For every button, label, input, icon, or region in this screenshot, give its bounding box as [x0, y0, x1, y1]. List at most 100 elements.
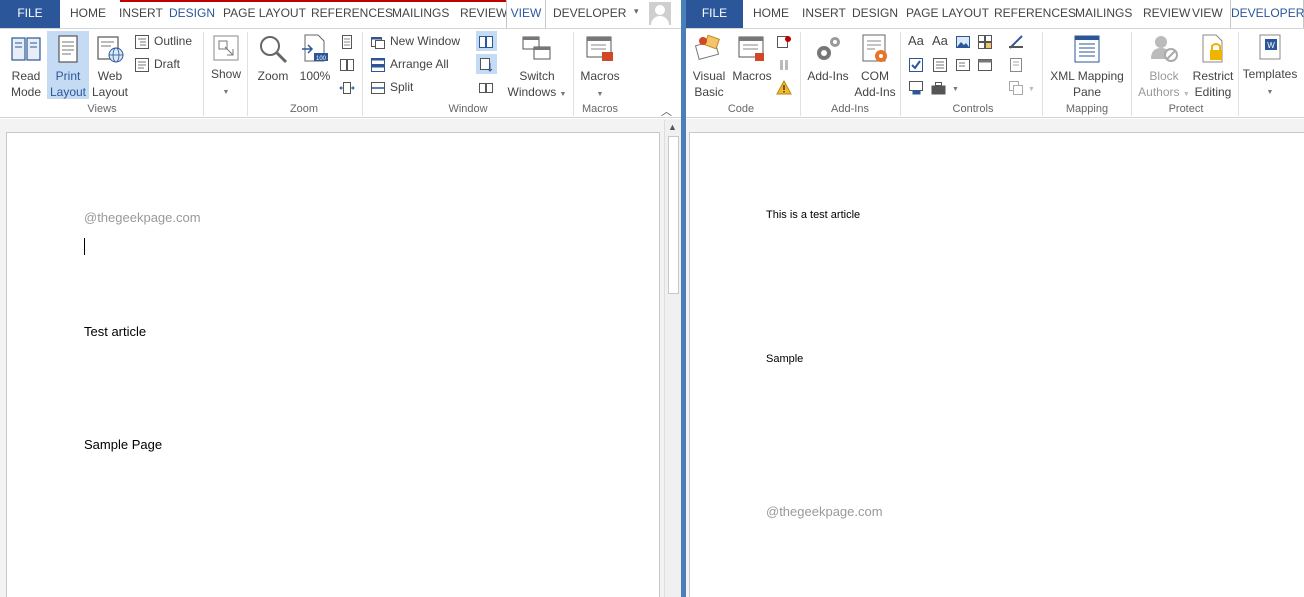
warning-icon: [776, 79, 792, 95]
ribbon-developer: Visual Basic Macros Code Add-Ins COM Add-I…: [686, 28, 1304, 118]
group-button[interactable]: ▼: [1008, 77, 1035, 97]
restrict-editing-button[interactable]: Restrict Editing: [1190, 31, 1236, 99]
tab-insert[interactable]: INSERT: [119, 0, 163, 28]
collapse-ribbon-icon[interactable]: ︿: [661, 103, 672, 119]
tab-view[interactable]: VIEW: [1192, 0, 1223, 28]
scrollbar-thumb[interactable]: [668, 136, 679, 294]
web-layout-button[interactable]: Web Layout: [89, 31, 131, 99]
outline-button[interactable]: Outline: [134, 31, 192, 51]
split-icon: [371, 81, 385, 94]
properties-icon: [1010, 57, 1022, 72]
block-authors-label-2: Authors: [1138, 85, 1180, 99]
block-authors-button[interactable]: Block Authors ▼: [1136, 31, 1192, 99]
document-page[interactable]: This is a test article Sample @thegeekpa…: [689, 132, 1304, 597]
switch-windows-button[interactable]: Switch Windows ▼: [506, 31, 568, 99]
macros-button[interactable]: Macros ▼: [577, 31, 623, 99]
split-button[interactable]: Split: [370, 77, 413, 97]
tab-mailings[interactable]: MAILINGS: [1075, 0, 1132, 28]
hundred-percent-icon: 100: [302, 34, 328, 62]
date-picker-control-button[interactable]: [977, 54, 997, 74]
tab-home[interactable]: HOME: [70, 0, 106, 28]
group-label-macros: Macros: [581, 103, 619, 115]
read-mode-button[interactable]: Read Mode: [5, 31, 47, 99]
properties-button[interactable]: [1008, 54, 1028, 74]
tab-review[interactable]: REVIEW: [460, 0, 507, 28]
zoom-100-button[interactable]: 100 100%: [296, 31, 334, 99]
tab-developer[interactable]: DEVELOPER: [1230, 0, 1304, 29]
multiple-pages-button[interactable]: [339, 54, 359, 74]
view-side-by-side-button[interactable]: [476, 31, 497, 51]
reset-window-position-button[interactable]: [476, 77, 498, 97]
zoom-button[interactable]: Zoom: [252, 31, 294, 99]
group-label-mapping: Mapping: [1065, 103, 1109, 115]
new-window-button[interactable]: New Window: [370, 31, 460, 51]
ribbon-options-chevron-icon[interactable]: ▾: [634, 6, 639, 17]
document-page[interactable]: @thegeekpage.com Test article Sample Pag…: [6, 132, 660, 597]
block-authors-icon: [1151, 36, 1178, 62]
tab-review[interactable]: REVIEW: [1143, 0, 1190, 28]
print-layout-button[interactable]: Print Layout: [47, 31, 89, 99]
design-mode-button[interactable]: [1008, 31, 1028, 51]
macro-security-button[interactable]: [776, 77, 796, 97]
tab-file[interactable]: FILE: [0, 0, 60, 28]
xml-mapping-label-1: XML Mapping: [1050, 69, 1124, 83]
macros-label: Macros: [580, 69, 620, 83]
checkbox-icon: [909, 57, 923, 72]
tab-home[interactable]: HOME: [753, 0, 789, 28]
macros-button[interactable]: Macros: [730, 31, 774, 99]
svg-text:W: W: [1267, 41, 1275, 50]
xml-mapping-pane-button[interactable]: XML Mapping Pane: [1046, 31, 1128, 99]
draft-button[interactable]: Draft: [134, 54, 180, 74]
show-label: Show: [210, 67, 242, 81]
arrange-all-button[interactable]: Arrange All: [370, 54, 449, 74]
plain-text-content-control[interactable]: Aa: [932, 31, 948, 51]
group-separator: [247, 32, 248, 116]
tab-page-layout[interactable]: PAGE LAYOUT: [223, 0, 306, 28]
ribbon-view: Read Mode Print Layout Web Layout Outline D…: [0, 28, 681, 118]
record-macro-button[interactable]: [776, 31, 796, 51]
com-add-ins-button[interactable]: COM Add-Ins: [853, 31, 897, 99]
drop-down-list-icon: [956, 58, 970, 71]
synchronous-scrolling-button[interactable]: [476, 54, 497, 74]
tab-design[interactable]: DESIGN: [169, 0, 215, 28]
tab-file[interactable]: FILE: [686, 0, 743, 28]
group-label-code: Code: [727, 103, 755, 115]
scroll-up-arrow-icon[interactable]: ▲: [668, 122, 677, 132]
read-mode-label-1: Read: [11, 69, 41, 83]
tab-insert[interactable]: INSERT: [802, 0, 846, 28]
group-separator: [1131, 32, 1132, 116]
templates-button[interactable]: W Templates ▼: [1240, 31, 1300, 99]
tab-references[interactable]: REFERENCES: [311, 0, 393, 28]
tab-mailings[interactable]: MAILINGS: [392, 0, 449, 28]
rich-text-content-control[interactable]: Aa: [908, 31, 924, 51]
outline-label: Outline: [154, 34, 193, 48]
building-block-control-button[interactable]: [977, 31, 997, 51]
tab-developer[interactable]: DEVELOPER: [553, 0, 626, 28]
switch-windows-label-2: Windows: [507, 85, 557, 99]
repeating-section-control-button[interactable]: [908, 77, 928, 97]
arrange-all-label: Arrange All: [390, 57, 449, 71]
pause-recording-button[interactable]: [776, 54, 796, 74]
tab-design[interactable]: DESIGN: [852, 0, 898, 28]
checkbox-control-button[interactable]: [908, 54, 928, 74]
tab-page-layout[interactable]: PAGE LAYOUT: [906, 0, 989, 28]
drop-down-list-control-button[interactable]: [955, 54, 975, 74]
block-authors-label-1: Block: [1149, 69, 1179, 83]
pause-icon: [780, 59, 788, 70]
group-label-views: Views: [87, 103, 117, 115]
tab-references[interactable]: REFERENCES: [994, 0, 1076, 28]
picture-control-button[interactable]: [955, 31, 975, 51]
add-ins-button[interactable]: Add-Ins: [803, 31, 853, 99]
switch-windows-icon: [522, 36, 551, 60]
legacy-tools-button[interactable]: ▼: [930, 77, 959, 97]
tab-view[interactable]: VIEW: [506, 0, 546, 29]
add-ins-label: Add-Ins: [807, 69, 849, 83]
show-button[interactable]: Show ▼: [207, 31, 245, 99]
combo-box-control-button[interactable]: [932, 54, 952, 74]
vertical-scrollbar[interactable]: ▲: [664, 120, 681, 597]
one-page-icon: [342, 34, 352, 49]
visual-basic-button[interactable]: Visual Basic: [689, 31, 729, 99]
one-page-button[interactable]: [339, 31, 359, 51]
user-avatar-icon[interactable]: [649, 2, 671, 25]
page-width-button[interactable]: [339, 77, 359, 97]
